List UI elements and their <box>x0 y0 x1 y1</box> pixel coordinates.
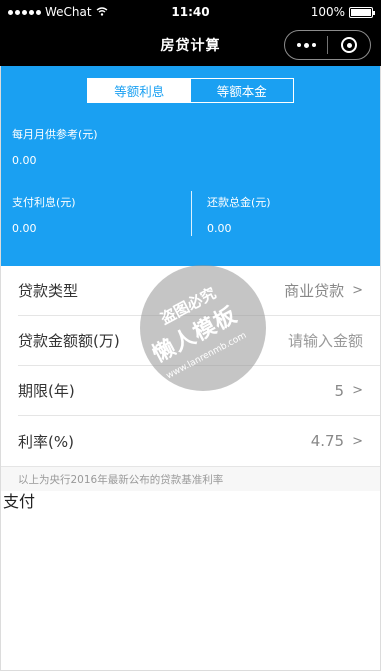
rate-label: 利率(%) <box>18 432 74 451</box>
rate-select[interactable]: 4.75 > <box>311 432 363 450</box>
total-repayment-value: 0.00 <box>207 222 232 235</box>
battery-percent: 100% <box>310 5 345 19</box>
rate-row[interactable]: 利率(%) 4.75 > <box>18 416 381 466</box>
monthly-payment-value: 0.00 <box>12 154 37 167</box>
term-label: 期限(年) <box>18 382 75 400</box>
tab-equal-interest[interactable]: 等额利息 <box>88 79 191 102</box>
rate-value: 4.75 <box>310 432 345 450</box>
result-panel: 等额利息 等额本金 每月月供参考(元) 0.00 支付利息(元) 0.00 还款… <box>0 66 381 266</box>
monthly-payment-label: 每月月供参考(元) <box>12 128 98 141</box>
loan-type-label: 贷款类型 <box>18 282 79 300</box>
chevron-right-icon: > <box>352 433 363 449</box>
status-left: WeChat <box>8 5 108 19</box>
wifi-icon <box>96 5 108 19</box>
summary-divider <box>191 191 192 236</box>
battery-icon <box>349 6 375 18</box>
more-dot-icon <box>311 43 316 47</box>
loan-form: 贷款类型 商业贷款 > 贷款金额额(万) 期限(年) 5 > 利率(%) 4.7… <box>0 266 381 466</box>
nav-bar: 房贷计算 <box>0 24 381 66</box>
term-value: 5 <box>334 381 345 400</box>
page-title: 房贷计算 <box>160 38 221 54</box>
loan-type-value: 商业贷款 <box>284 282 345 300</box>
frame-edge-left <box>0 66 1 671</box>
more-menu-button[interactable] <box>285 31 327 59</box>
more-dot-icon <box>303 42 309 48</box>
chevron-right-icon: > <box>352 283 363 298</box>
status-time: 11:40 <box>171 5 210 19</box>
pay-text: 支付 <box>3 492 36 511</box>
interest-value: 0.00 <box>12 222 37 235</box>
note-area: 以上为央行2016年最新公布的贷款基准利率 <box>0 466 381 491</box>
loan-type-row[interactable]: 贷款类型 商业贷款 > <box>18 266 381 316</box>
carrier-name: WeChat <box>45 5 92 19</box>
status-right: 100% <box>310 5 375 19</box>
signal-icon <box>8 9 41 15</box>
loan-amount-input[interactable] <box>233 331 363 350</box>
rate-note: 以上为央行2016年最新公布的贷款基准利率 <box>18 473 224 486</box>
close-circle-icon <box>341 37 357 53</box>
term-row[interactable]: 期限(年) 5 > <box>18 366 381 416</box>
mini-program-capsule <box>284 30 371 60</box>
loan-amount-label: 贷款金额额(万) <box>18 332 120 350</box>
term-select[interactable]: 5 > <box>335 382 363 400</box>
loan-type-select[interactable]: 商业贷款 > <box>284 280 363 301</box>
tab-equal-principal[interactable]: 等额本金 <box>191 79 294 102</box>
total-repayment-label: 还款总金(元) <box>207 196 271 209</box>
interest-label: 支付利息(元) <box>12 196 76 209</box>
status-bar: WeChat 11:40 100% <box>0 0 381 24</box>
battery-fill <box>351 8 371 16</box>
chevron-right-icon: > <box>352 383 363 398</box>
loan-amount-row[interactable]: 贷款金额额(万) <box>18 316 381 366</box>
method-tabs: 等额利息 等额本金 <box>87 78 294 103</box>
close-button[interactable] <box>328 31 370 59</box>
more-dot-icon <box>296 43 301 47</box>
